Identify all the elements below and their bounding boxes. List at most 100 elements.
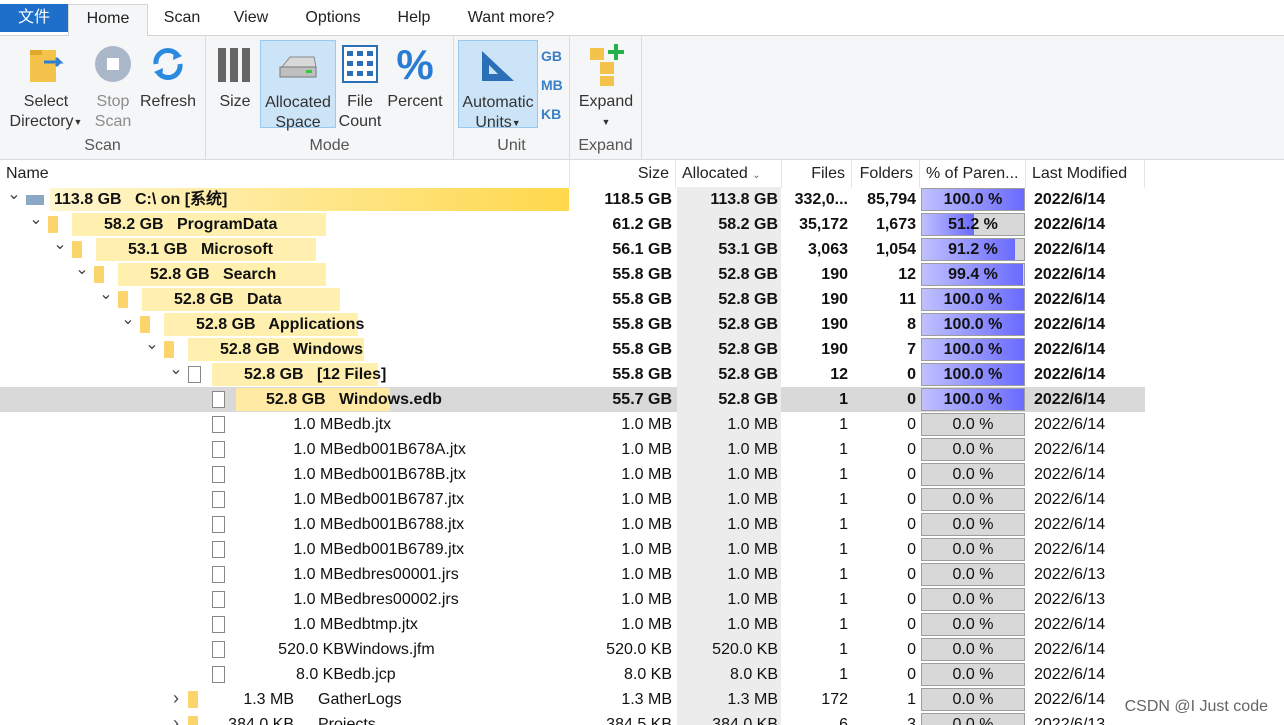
tree-row[interactable]: 1.0 MB edb001B678B.jtx 1.0 MB 1.0 MB 1 0 0.0 %… (0, 462, 1145, 487)
tree-row[interactable]: › 384.0 KB Projects 384.5 KB 384.0 KB 6 3 0.0 %… (0, 712, 1145, 725)
expand-button[interactable]: Expand ▼ (576, 40, 636, 128)
select-directory-button[interactable]: Select Directory▼ (4, 40, 88, 131)
row-bar-size: 1.0 MB (293, 516, 344, 533)
percent-button[interactable]: % Percent (384, 40, 446, 128)
tree-row[interactable]: 52.8 GB Windows.edb 55.7 GB 52.8 GB 1 0 100.0… (0, 387, 1145, 412)
size-label: Size (219, 93, 251, 110)
file-count-label-1: File (347, 93, 373, 110)
column-percent-of-parent[interactable]: % of Paren... (920, 160, 1026, 188)
file-count-button[interactable]: File Count (338, 40, 382, 130)
automatic-units-button[interactable]: Automatic Units▼ (458, 40, 538, 131)
stop-scan-button[interactable]: Stop Scan (90, 40, 136, 130)
column-folders[interactable]: Folders (852, 160, 920, 188)
collapse-chevron-icon[interactable]: ⌄ (144, 337, 160, 362)
expand-group-label: Expand (578, 137, 633, 154)
collapse-chevron-icon[interactable]: ⌄ (28, 212, 44, 237)
tree-row[interactable]: 1.0 MB edbres00001.jrs 1.0 MB 1.0 MB 1 0 0.0 %… (0, 562, 1145, 587)
allocated-space-button[interactable]: Allocated Space (260, 40, 336, 131)
tree-row[interactable]: › 1.3 MB GatherLogs 1.3 MB 1.3 MB 172 1 0.0 % 20… (0, 687, 1145, 712)
files-cell: 1 (839, 616, 848, 633)
row-name: Windows (292, 341, 364, 358)
tree-row[interactable]: 1.0 MB edb001B6789.jtx 1.0 MB 1.0 MB 1 0 0.0 %… (0, 537, 1145, 562)
folder-icon (164, 341, 174, 358)
tree-row[interactable]: ⌄ 113.8 GB C:\ on [系统] 118.5 GB 113.8 GB 332… (0, 187, 1145, 212)
modified-cell: 2022/6/14 (1034, 541, 1106, 558)
size-cell: 118.5 GB (604, 191, 672, 208)
tree-row[interactable]: ⌄ 52.8 GB [12 Files] 55.8 GB 52.8 GB 12 0 100.… (0, 362, 1145, 387)
tree-row[interactable]: 520.0 KB Windows.jfm 520.0 KB 520.0 KB 1 0 0.0… (0, 637, 1145, 662)
percent-text: 100.0 % (943, 391, 1003, 408)
tree-row[interactable]: ⌄ 52.8 GB Data 55.8 GB 52.8 GB 190 11 100.0 % 2… (0, 287, 1145, 312)
folders-cell: 85,794 (867, 191, 916, 208)
unit-group: Automatic Units▼ GB MB KB Unit (454, 36, 570, 160)
percent-text: 100.0 % (943, 366, 1003, 383)
percent-bar: 100.0 % (921, 338, 1025, 361)
allocated-cell: 1.0 MB (727, 616, 778, 633)
column-last-modified[interactable]: Last Modified (1026, 160, 1145, 188)
percent-bar: 100.0 % (921, 388, 1025, 411)
tree-row[interactable]: 1.0 MB edb001B6788.jtx 1.0 MB 1.0 MB 1 0 0.0 %… (0, 512, 1145, 537)
tab-view[interactable]: View (228, 4, 274, 32)
tree-row[interactable]: 1.0 MB edbres00002.jrs 1.0 MB 1.0 MB 1 0 0.0 %… (0, 587, 1145, 612)
tree-row[interactable]: 1.0 MB edb001B678A.jtx 1.0 MB 1.0 MB 1 0 0.0 %… (0, 437, 1145, 462)
column-name[interactable]: Name (0, 160, 570, 188)
tab-home[interactable]: Home (68, 4, 148, 37)
tree-row[interactable]: ⌄ 58.2 GB ProgramData 61.2 GB 58.2 GB 35,172… (0, 212, 1145, 237)
percent-bar: 100.0 % (921, 188, 1025, 211)
column-allocated[interactable]: Allocated ⌄ (676, 160, 782, 188)
bars-icon (215, 42, 255, 88)
row-name: edb001B678A.jtx (344, 441, 466, 458)
expand-chevron-icon[interactable]: › (168, 687, 184, 712)
mb-unit-button[interactable]: MB (541, 77, 563, 93)
expand-chevron-icon[interactable]: › (168, 712, 184, 725)
percent-text: 100.0 % (943, 191, 1003, 208)
collapse-chevron-icon[interactable]: ⌄ (6, 187, 22, 212)
tree-row[interactable]: 1.0 MB edbtmp.jtx 1.0 MB 1.0 MB 1 0 0.0 % 2022/… (0, 612, 1145, 637)
refresh-button[interactable]: Refresh (138, 40, 198, 128)
tree-row[interactable]: 1.0 MB edb001B6787.jtx 1.0 MB 1.0 MB 1 0 0.0 %… (0, 487, 1145, 512)
row-name: edbres00002.jrs (344, 591, 459, 608)
row-name: edbtmp.jtx (344, 616, 418, 633)
folders-cell: 11 (899, 291, 916, 308)
collapse-chevron-icon[interactable]: ⌄ (168, 362, 184, 387)
collapse-chevron-icon[interactable]: ⌄ (74, 262, 90, 287)
percent-text: 100.0 % (943, 291, 1003, 308)
tree-row[interactable]: ⌄ 52.8 GB Windows 55.8 GB 52.8 GB 190 7 100.0 … (0, 337, 1145, 362)
tree-row[interactable]: 1.0 MB edb.jtx 1.0 MB 1.0 MB 1 0 0.0 % 2022/6/1… (0, 412, 1145, 437)
tab-want-more[interactable]: Want more? (460, 4, 562, 32)
folders-cell: 0 (907, 416, 916, 433)
percent-text: 99.4 % (948, 266, 998, 283)
tree-row[interactable]: ⌄ 52.8 GB Applications 55.8 GB 52.8 GB 190 8 1… (0, 312, 1145, 337)
size-mode-button[interactable]: Size (210, 40, 260, 128)
gb-unit-button[interactable]: GB (541, 48, 562, 64)
size-cell: 1.0 MB (621, 591, 672, 608)
tree-row[interactable]: ⌄ 52.8 GB Search 55.8 GB 52.8 GB 190 12 99.4 %… (0, 262, 1145, 287)
tab-scan[interactable]: Scan (158, 4, 206, 32)
row-bar-size: 1.0 MB (293, 491, 344, 508)
expand-group: Expand ▼ Expand (570, 36, 642, 160)
modified-cell: 2022/6/14 (1034, 641, 1106, 658)
collapse-chevron-icon[interactable]: ⌄ (52, 237, 68, 262)
row-name-label: 52.8 GB Applications (196, 313, 364, 336)
column-files[interactable]: Files (782, 160, 852, 188)
select-label-2: Directory (9, 113, 74, 131)
tab-help[interactable]: Help (390, 4, 438, 32)
tab-options[interactable]: Options (298, 4, 368, 32)
tree-row[interactable]: 8.0 KB edb.jcp 8.0 KB 8.0 KB 1 0 0.0 % 2022/6/1… (0, 662, 1145, 687)
modified-cell: 2022/6/14 (1034, 441, 1106, 458)
ruler-triangle-icon (476, 43, 520, 89)
size-cell: 55.7 GB (612, 391, 672, 408)
collapse-chevron-icon[interactable]: ⌄ (120, 312, 136, 337)
tab-file[interactable]: 文件 (0, 4, 68, 32)
dropdown-caret-icon: ▼ (73, 117, 83, 127)
tree-row[interactable]: ⌄ 53.1 GB Microsoft 56.1 GB 53.1 GB 3,063 1,0… (0, 237, 1145, 262)
modified-cell: 2022/6/14 (1034, 216, 1106, 233)
size-cell: 1.0 MB (621, 491, 672, 508)
kb-unit-button[interactable]: KB (541, 106, 561, 122)
collapse-chevron-icon[interactable]: ⌄ (98, 287, 114, 312)
row-name: edb001B6788.jtx (344, 516, 465, 533)
expand-folders-icon (586, 42, 626, 88)
size-cell: 1.0 MB (621, 416, 672, 433)
column-size[interactable]: Size (570, 160, 676, 188)
folders-cell: 1,673 (875, 216, 916, 233)
